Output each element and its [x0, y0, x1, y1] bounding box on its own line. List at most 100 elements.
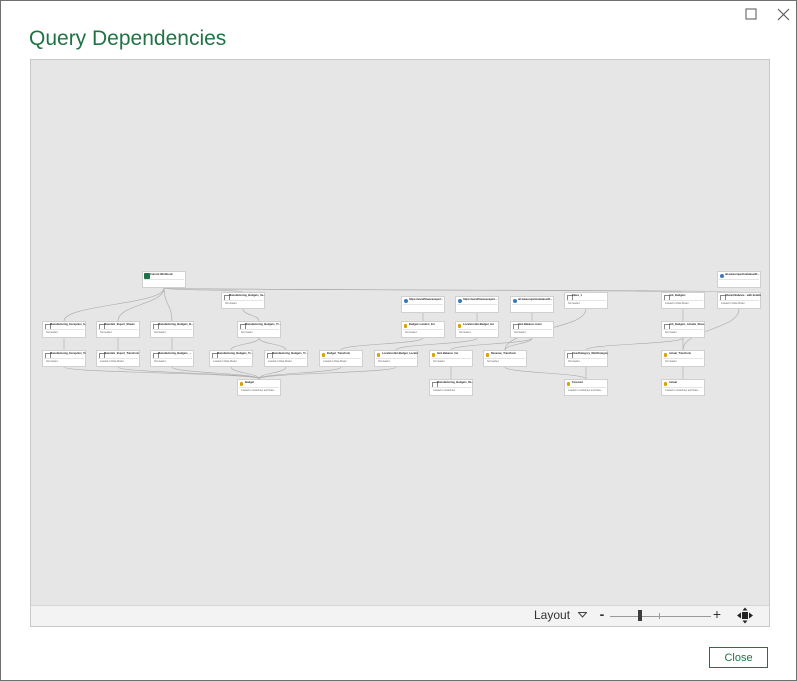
query-node-name: Location-Net-Budget_list — [463, 323, 494, 326]
query-node[interactable]: Location-Net-Budget_list Not loaded — [455, 321, 499, 338]
query-node-status: Not loaded — [568, 302, 580, 305]
query-node-status: Not loaded — [665, 331, 677, 334]
query-node[interactable]: Location-Net-Budget_Locatio... Not loaded — [374, 350, 418, 367]
query-node-status: Not loaded — [514, 331, 526, 334]
query-node-divider — [663, 387, 703, 388]
query-node-name: Job_Budgets_Actuals_Recu... — [669, 323, 705, 326]
query-node-status: Not loaded — [378, 360, 390, 363]
query-node-status: Not loaded — [665, 360, 677, 363]
dependency-edge — [117, 366, 260, 380]
query-node-status: Loaded to worksheet and Data... — [568, 389, 603, 392]
function-icon — [458, 324, 461, 328]
web-source-icon — [720, 274, 724, 278]
zoom-out-button[interactable]: - — [597, 606, 607, 622]
query-node[interactable]: Job_Budgets Loaded to Data Model — [661, 292, 705, 309]
query-node-divider — [239, 387, 279, 388]
query-node-divider — [98, 358, 138, 359]
query-node-status: Not loaded — [241, 331, 253, 334]
query-node[interactable]: Item Balance Lister Not loaded — [510, 321, 554, 338]
function-icon — [664, 382, 667, 386]
query-node-name: Item Balance_list — [437, 352, 459, 355]
query-node-status: Not loaded — [487, 360, 499, 363]
query-node-name: Current Workbook — [150, 273, 173, 276]
query-node-divider — [321, 358, 361, 359]
query-node[interactable]: Materials_Export_Sheets Not loaded — [96, 321, 140, 338]
zoom-in-button[interactable]: + — [711, 606, 723, 622]
query-node[interactable]: Manufacturing_Exception_Tr... Not loaded — [42, 350, 86, 367]
query-node[interactable]: Shared Balance - with details Loaded to D… — [717, 292, 761, 309]
query-node[interactable]: Current Workbook — [142, 271, 186, 288]
query-node[interactable]: Budget_Transform Loaded to Data Model — [319, 350, 363, 367]
query-node[interactable]: Manufacturing_Budgets_Re... Loaded to wor… — [429, 379, 473, 396]
dependency-edge — [585, 337, 684, 351]
function-icon — [664, 353, 667, 357]
dependency-edge — [63, 287, 165, 322]
query-node[interactable]: all-www.rapartnsdataset/lt... — [717, 271, 761, 288]
query-node[interactable]: Actual Loaded to worksheet and Data... — [661, 379, 705, 396]
query-node-name: Manufacturing_Budgets_... — [158, 352, 192, 355]
query-node-divider — [663, 329, 703, 330]
dependency-edge — [242, 308, 260, 322]
query-node-divider — [266, 358, 306, 359]
query-node-status: Not loaded — [100, 331, 112, 334]
query-node-status: Not loaded — [433, 360, 445, 363]
dependency-edge — [340, 337, 424, 351]
query-node-name: all-www.rapartnsdataset/lt... — [518, 298, 553, 301]
maximize-button[interactable] — [740, 5, 762, 23]
dependency-edge — [450, 337, 533, 351]
zoom-slider-center-tick — [659, 613, 660, 619]
query-node[interactable]: Actual_Transform Not loaded — [661, 350, 705, 367]
query-node-status: Not loaded — [46, 360, 58, 363]
query-node[interactable]: https://excelfinanceexpert... — [455, 296, 499, 313]
query-node[interactable]: Item Balance_list Not loaded — [429, 350, 473, 367]
query-node-divider — [485, 358, 525, 359]
query-node[interactable]: Revenue_Transform Not loaded — [483, 350, 527, 367]
query-node[interactable]: Manufacturing_Budgets_Tr... Loaded to Dat… — [209, 350, 253, 367]
function-icon — [404, 324, 407, 328]
query-node[interactable]: Job_Budgets_Actuals_Recu... Not loaded — [661, 321, 705, 338]
query-node-status: Not loaded — [405, 331, 417, 334]
zoom-slider-track[interactable] — [610, 616, 711, 617]
query-node-status: Loaded to worksheet — [433, 389, 456, 392]
query-node-divider — [211, 358, 251, 359]
query-node[interactable]: https://excelfinanceexpert... — [401, 296, 445, 313]
fit-to-screen-button[interactable] — [736, 607, 754, 624]
query-node[interactable]: Budget Loaded to worksheet and Data... — [237, 379, 281, 396]
query-node[interactable]: Budget Location_list Not loaded — [401, 321, 445, 338]
dependency-edge — [395, 337, 478, 351]
query-node[interactable]: Dates_1 Not loaded — [564, 292, 608, 309]
dependency-edge — [230, 337, 260, 351]
query-node[interactable]: FixedCategory_MultiCategory Not loaded — [564, 350, 608, 367]
query-node-status: Loaded to Data Model — [100, 360, 124, 363]
query-node-status: Loaded to Data Model — [213, 360, 237, 363]
query-node-name: Actual — [669, 381, 677, 384]
query-node[interactable]: Manufacturing_Exception_S... Not loaded — [42, 321, 86, 338]
query-node[interactable]: Manufacturing_Budgets_B... Not loaded — [150, 321, 194, 338]
close-window-button[interactable] — [772, 5, 794, 23]
zoom-slider-thumb[interactable] — [638, 610, 643, 621]
query-node-divider — [239, 329, 279, 330]
query-node[interactable]: all-www.rapartnsdataset/lt... — [510, 296, 554, 313]
query-node[interactable]: Forecast Loaded to worksheet and Data... — [564, 379, 608, 396]
function-icon — [432, 353, 435, 357]
query-node-name: Manufacturing_Budgets_Se... — [229, 294, 265, 297]
query-node-name: Budget Location_list — [409, 323, 435, 326]
query-node[interactable]: Manufacturing_Budgets_Se... Not loaded — [221, 292, 265, 309]
query-node-name: Manufacturing_Budgets_B... — [158, 323, 194, 326]
query-node-divider — [663, 358, 703, 359]
query-node-name: Manufacturing_Budgets_Re... — [437, 381, 473, 384]
query-node-divider — [566, 387, 606, 388]
query-node[interactable]: Manufacturing_Budgets_Tr... Loaded to Dat… — [264, 350, 308, 367]
query-node[interactable]: Materials_Export_Transform Loaded to Data… — [96, 350, 140, 367]
query-node-name: Budget — [245, 381, 254, 384]
query-node[interactable]: Manufacturing_Budgets_Tr... Not loaded — [237, 321, 281, 338]
dependency-edge — [504, 366, 587, 380]
graph-toolbar: Layout - + — [30, 605, 770, 627]
close-button[interactable]: Close — [709, 647, 768, 668]
query-node[interactable]: Manufacturing_Budgets_... Not loaded — [150, 350, 194, 367]
layout-dropdown[interactable]: Layout — [534, 608, 588, 622]
query-node-name: Materials_Export_Transform — [104, 352, 140, 355]
dependency-edge — [63, 366, 260, 380]
dependency-graph-canvas[interactable]: Current Workbook https://excelfinanceexpe… — [30, 59, 770, 606]
function-icon — [240, 382, 243, 386]
